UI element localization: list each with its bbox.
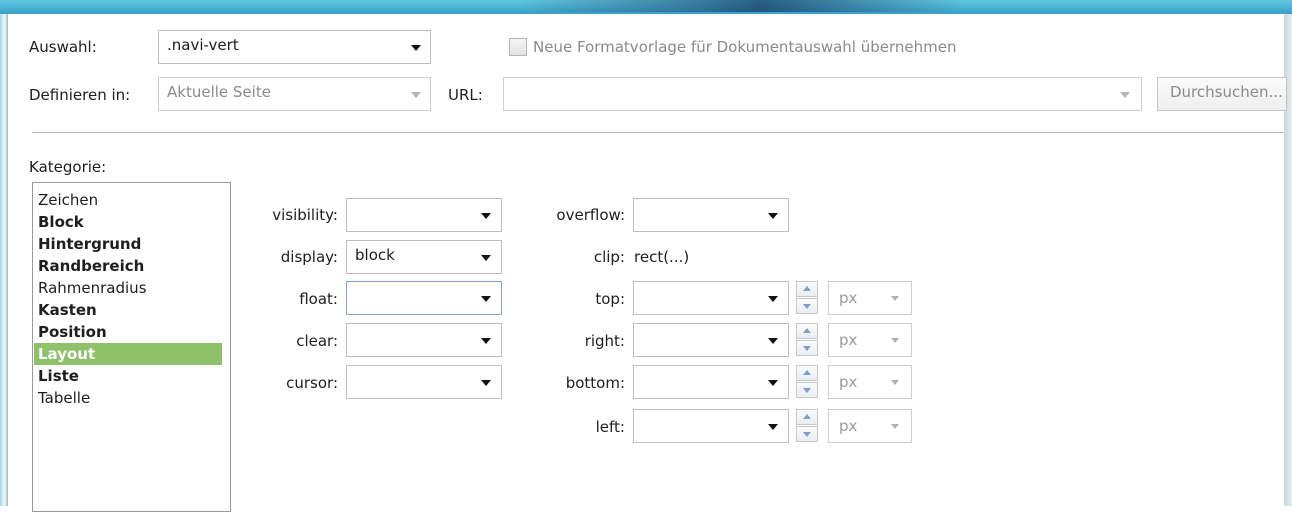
category-label: Kategorie:	[29, 158, 107, 176]
title-bar	[0, 0, 1292, 14]
chevron-down-icon	[481, 213, 491, 219]
clip-value[interactable]: rect(...)	[634, 248, 689, 266]
chevron-down-icon	[891, 338, 899, 343]
bottom-unit-dropdown[interactable]: px	[828, 365, 912, 399]
header-divider	[32, 132, 1284, 133]
category-item-zeichen[interactable]: Zeichen	[34, 189, 222, 211]
float-dropdown[interactable]	[346, 281, 502, 315]
chevron-down-icon	[481, 255, 491, 261]
right-label: right:	[584, 332, 625, 350]
new-template-checkbox-label: Neue Formatvorlage für Dokumentauswahl ü…	[533, 38, 957, 56]
category-item-hintergrund[interactable]: Hintergrund	[34, 233, 222, 255]
top-unit-dropdown[interactable]: px	[828, 281, 912, 315]
right-stepper[interactable]	[796, 323, 818, 357]
chevron-down-icon	[481, 380, 491, 386]
selection-label: Auswahl:	[29, 38, 97, 56]
display-dropdown[interactable]: block	[346, 240, 502, 274]
category-item-position[interactable]: Position	[34, 321, 222, 343]
title-bar-shade	[520, 0, 960, 12]
clear-dropdown[interactable]	[346, 323, 502, 357]
selection-value: .navi-vert	[167, 36, 239, 54]
cursor-label: cursor:	[286, 374, 338, 392]
left-stepper[interactable]	[796, 409, 818, 443]
top-label: top:	[595, 290, 625, 308]
arrow-down-icon	[803, 432, 811, 437]
right-stepper-down[interactable]	[796, 340, 818, 356]
top-stepper-down[interactable]	[796, 298, 818, 314]
chevron-down-icon	[411, 92, 421, 98]
category-item-tabelle[interactable]: Tabelle	[34, 387, 222, 409]
top-stepper-up[interactable]	[796, 281, 818, 297]
category-item-liste[interactable]: Liste	[34, 365, 222, 387]
chevron-down-icon	[891, 296, 899, 301]
category-list[interactable]: Zeichen Block Hintergrund Randbereich Ra…	[32, 182, 231, 512]
define-in-dropdown[interactable]: Aktuelle Seite	[158, 77, 431, 111]
arrow-up-icon	[803, 370, 811, 375]
overflow-label: overflow:	[556, 206, 625, 224]
chevron-down-icon	[768, 424, 778, 430]
arrow-up-icon	[803, 286, 811, 291]
define-in-value: Aktuelle Seite	[167, 83, 271, 101]
left-unit-value: px	[839, 417, 858, 435]
visibility-label: visibility:	[272, 206, 338, 224]
right-unit-dropdown[interactable]: px	[828, 323, 912, 357]
clear-label: clear:	[296, 332, 338, 350]
chevron-down-icon	[481, 296, 491, 302]
chevron-down-icon	[768, 380, 778, 386]
category-item-randbereich[interactable]: Randbereich	[34, 255, 222, 277]
arrow-down-icon	[803, 346, 811, 351]
left-stepper-down[interactable]	[796, 426, 818, 442]
selection-dropdown[interactable]: .navi-vert	[158, 30, 431, 64]
window-left-edge	[0, 14, 8, 506]
chevron-down-icon	[891, 424, 899, 429]
display-label: display:	[280, 248, 338, 266]
new-template-checkbox[interactable]	[509, 38, 527, 56]
browse-button[interactable]: Durchsuchen...	[1157, 77, 1287, 111]
bottom-dropdown[interactable]	[633, 365, 789, 399]
define-in-label: Definieren in:	[29, 86, 131, 104]
top-stepper[interactable]	[796, 281, 818, 315]
clip-label: clip:	[593, 248, 625, 266]
overflow-dropdown[interactable]	[633, 198, 789, 232]
bottom-unit-value: px	[839, 373, 858, 391]
float-label: float:	[299, 290, 338, 308]
right-stepper-up[interactable]	[796, 323, 818, 339]
chevron-down-icon	[1120, 92, 1130, 98]
right-unit-value: px	[839, 331, 858, 349]
top-unit-value: px	[839, 289, 858, 307]
left-label: left:	[595, 418, 625, 436]
bottom-stepper-up[interactable]	[796, 365, 818, 381]
bottom-stepper[interactable]	[796, 365, 818, 399]
category-item-rahmenradius[interactable]: Rahmenradius	[34, 277, 222, 299]
chevron-down-icon	[891, 380, 899, 385]
left-stepper-up[interactable]	[796, 409, 818, 425]
chevron-down-icon	[411, 45, 421, 51]
left-unit-dropdown[interactable]: px	[828, 409, 912, 443]
left-dropdown[interactable]	[633, 409, 789, 443]
arrow-up-icon	[803, 328, 811, 333]
category-item-block[interactable]: Block	[34, 211, 222, 233]
arrow-down-icon	[803, 388, 811, 393]
chevron-down-icon	[768, 213, 778, 219]
url-label: URL:	[448, 86, 483, 104]
cursor-dropdown[interactable]	[346, 365, 502, 399]
arrow-up-icon	[803, 414, 811, 419]
url-input[interactable]	[503, 77, 1142, 111]
chevron-down-icon	[768, 296, 778, 302]
visibility-dropdown[interactable]	[346, 198, 502, 232]
right-dropdown[interactable]	[633, 323, 789, 357]
arrow-down-icon	[803, 304, 811, 309]
chevron-down-icon	[768, 338, 778, 344]
bottom-stepper-down[interactable]	[796, 382, 818, 398]
display-value: block	[355, 246, 395, 264]
top-dropdown[interactable]	[633, 281, 789, 315]
category-item-layout[interactable]: Layout	[34, 343, 222, 365]
bottom-label: bottom:	[565, 374, 625, 392]
category-item-kasten[interactable]: Kasten	[34, 299, 222, 321]
chevron-down-icon	[481, 338, 491, 344]
